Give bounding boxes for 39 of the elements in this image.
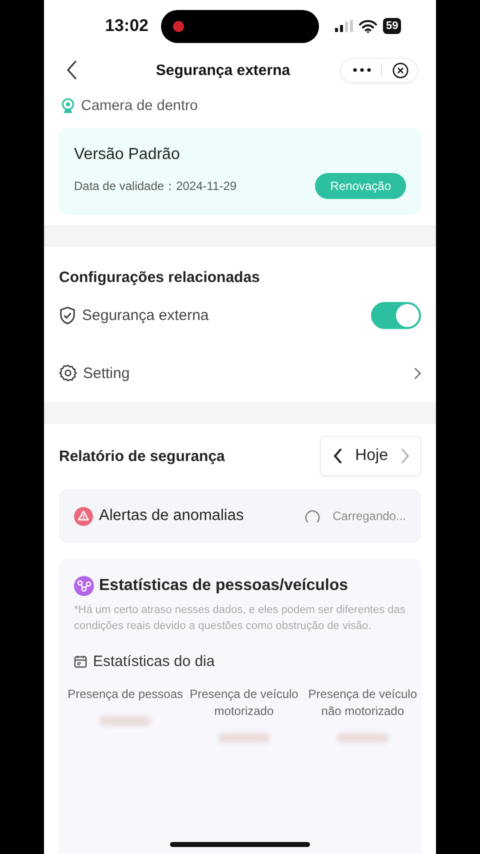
signal-icon <box>335 20 353 32</box>
disclaimer-note: *Há um certo atraso nesses dados, e eles podem ser diferentes das condições reais devido a questões como obstrução de visão. <box>74 603 406 634</box>
warning-icon <box>74 506 93 526</box>
toggle-switch[interactable] <box>371 302 421 328</box>
blurred-value <box>336 733 389 743</box>
setting-label: Setting <box>83 364 131 382</box>
recording-dot <box>173 20 184 32</box>
alerts-title: Alertas de anomalias <box>99 507 245 525</box>
camera-icon <box>61 98 75 114</box>
stats-title: Estatísticas de pessoas/veículos <box>99 577 348 595</box>
validity-date: Data de validade：2024-11-29 <box>74 178 237 194</box>
back-icon[interactable] <box>66 60 78 80</box>
chevron-right-icon <box>414 366 421 380</box>
loading-spinner-icon <box>304 508 321 524</box>
page-title: Segurança externa <box>154 62 292 78</box>
blurred-value <box>218 733 270 743</box>
close-icon[interactable] <box>392 62 409 78</box>
stat-label: Presença de veículo não motorizado <box>307 686 418 720</box>
device-name: Camera de dentro <box>81 98 198 114</box>
report-title: Relatório de segurança <box>59 448 225 464</box>
more-icon[interactable] <box>353 68 371 72</box>
settings-icon <box>59 364 77 382</box>
nodes-icon <box>74 576 94 596</box>
shield-check-icon <box>59 306 76 324</box>
day-stats-title: Estatísticas do dia <box>93 653 215 670</box>
chevron-left-icon[interactable] <box>333 448 344 464</box>
setting-row[interactable]: Setting <box>59 352 421 394</box>
clock: 13:02 <box>105 16 150 36</box>
stat-label: Presença de veículo motorizado <box>188 686 300 720</box>
plan-title: Versão Padrão <box>74 146 181 164</box>
wifi-icon <box>359 20 377 32</box>
section-title: Configurações relacionadas <box>59 269 261 286</box>
loading-status: Carregando... <box>332 509 406 523</box>
calendar-icon <box>74 655 87 668</box>
blurred-value <box>99 716 152 726</box>
date-label: Hoje <box>355 447 388 465</box>
stat-label: Presença de pessoas <box>68 686 184 703</box>
battery-level: 59 <box>383 18 402 34</box>
setting-label: Segurança externa <box>82 306 210 324</box>
